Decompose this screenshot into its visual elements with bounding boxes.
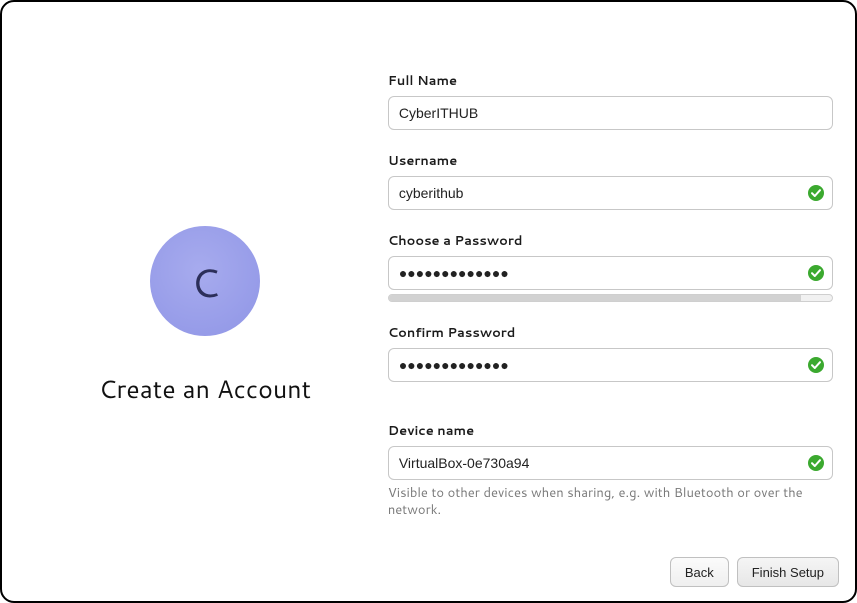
device-label: Device name: [388, 422, 833, 440]
device-input-wrap: [388, 446, 833, 480]
setup-window: C Create an Account Full Name Username: [0, 0, 857, 603]
avatar-circle[interactable]: C: [150, 226, 260, 336]
fullname-label: Full Name: [388, 72, 833, 90]
username-input-wrap: [388, 176, 833, 210]
username-input[interactable]: [388, 176, 833, 210]
finish-setup-button[interactable]: Finish Setup: [737, 557, 839, 587]
content-area: C Create an Account Full Name Username: [2, 2, 855, 601]
confirm-input[interactable]: [388, 348, 833, 382]
password-input-wrap: [388, 256, 833, 290]
check-icon: [807, 264, 825, 282]
confirm-label: Confirm Password: [388, 324, 833, 342]
username-group: Username: [388, 152, 833, 210]
password-label: Choose a Password: [388, 232, 833, 250]
username-label: Username: [388, 152, 833, 170]
avatar-letter: C: [191, 253, 219, 310]
form-pane: Full Name Username Choose a Password: [388, 62, 835, 531]
fullname-input-wrap: [388, 96, 833, 130]
device-hint: Visible to other devices when sharing, e…: [388, 485, 833, 519]
footer-buttons: Back Finish Setup: [670, 557, 839, 587]
confirm-input-wrap: [388, 348, 833, 382]
password-input[interactable]: [388, 256, 833, 290]
confirm-group: Confirm Password: [388, 324, 833, 382]
left-pane: C Create an Account: [22, 62, 388, 531]
fullname-group: Full Name: [388, 72, 833, 130]
password-strength-bar: [388, 294, 833, 302]
check-icon: [807, 184, 825, 202]
password-group: Choose a Password: [388, 232, 833, 302]
back-button[interactable]: Back: [670, 557, 729, 587]
device-input[interactable]: [388, 446, 833, 480]
fullname-input[interactable]: [388, 96, 833, 130]
password-strength-fill: [389, 295, 801, 301]
check-icon: [807, 356, 825, 374]
page-title: Create an Account: [99, 372, 311, 407]
check-icon: [807, 454, 825, 472]
device-group: Device name Visible to other devices whe…: [388, 422, 833, 519]
